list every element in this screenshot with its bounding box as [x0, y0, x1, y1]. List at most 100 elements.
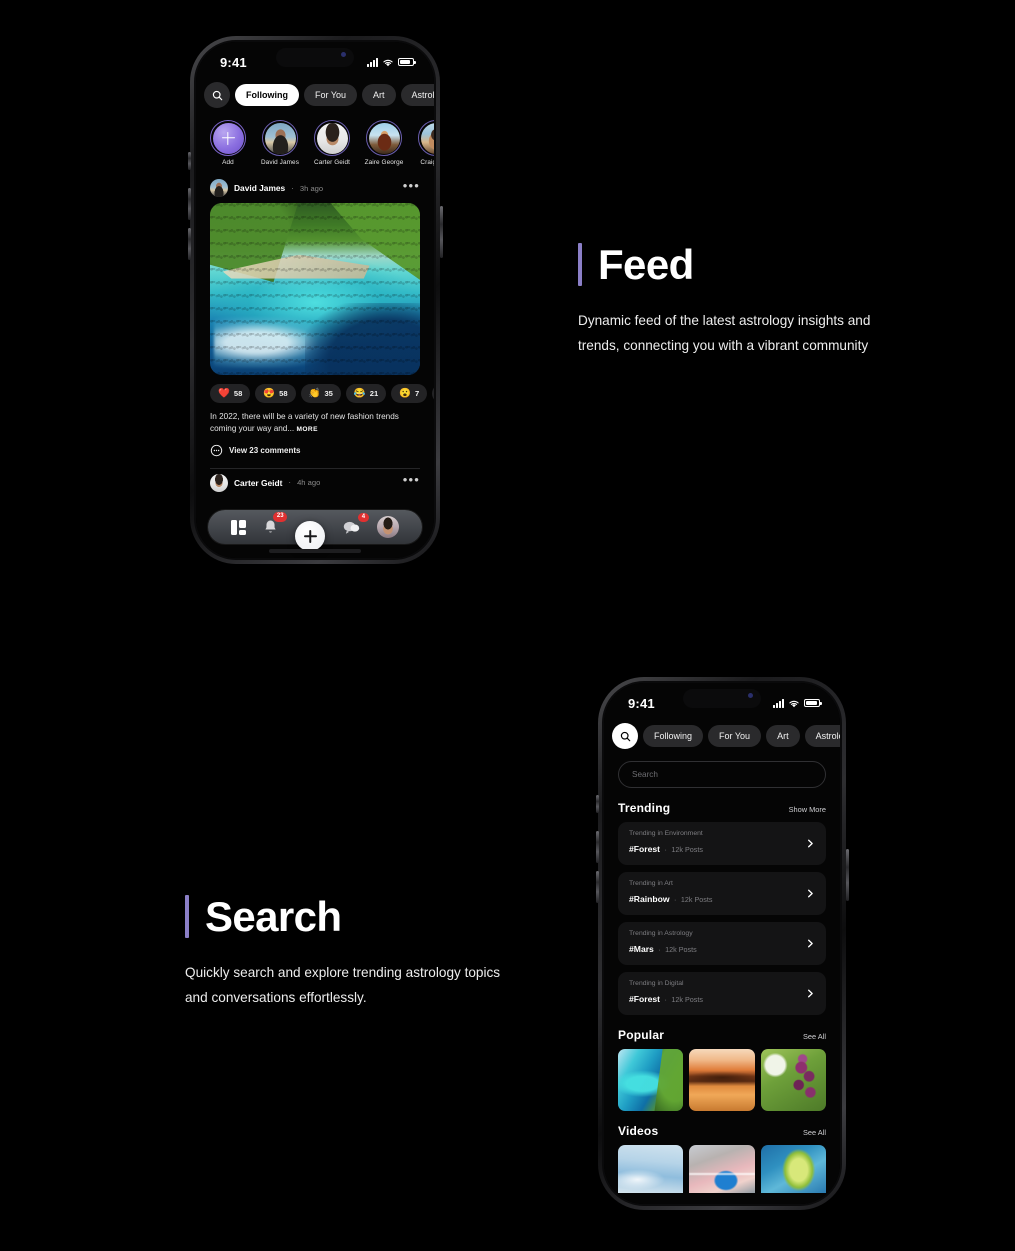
- search-field[interactable]: [618, 761, 826, 788]
- tab-astrology[interactable]: Astrology: [804, 725, 840, 747]
- more-options-icon[interactable]: •••: [403, 179, 420, 192]
- tab-art[interactable]: Art: [362, 84, 396, 106]
- trending-post-count: 12k Posts: [665, 945, 697, 954]
- story-david-james[interactable]: David James: [258, 120, 302, 166]
- notification-badge: 23: [273, 512, 288, 522]
- comments-label: View 23 comments: [229, 445, 301, 455]
- tab-for-you[interactable]: For You: [304, 84, 358, 106]
- add-reaction-button[interactable]: [432, 384, 434, 403]
- dynamic-island: [683, 689, 761, 708]
- trending-row[interactable]: Trending in Environment #Forest · 12k Po…: [618, 822, 826, 865]
- view-comments-button[interactable]: View 23 comments: [210, 435, 420, 457]
- story-craig-boto[interactable]: Craig Boto: [414, 120, 434, 166]
- tab-following[interactable]: Following: [235, 84, 299, 106]
- battery-icon: [398, 58, 416, 66]
- power-button[interactable]: [845, 849, 849, 901]
- reaction-wow[interactable]: 😮 7: [391, 384, 428, 403]
- videos-thumbs: [604, 1145, 840, 1193]
- post-header: David James · 3h ago •••: [210, 174, 420, 203]
- cellular-bars-icon: [367, 57, 378, 67]
- volume-down-button[interactable]: [187, 228, 191, 260]
- trending-list: Trending in Environment #Forest · 12k Po…: [604, 822, 840, 1015]
- show-more-link[interactable]: Show More: [789, 805, 826, 814]
- plus-icon[interactable]: [295, 521, 326, 551]
- popular-header: Popular See All: [604, 1015, 840, 1049]
- video-thumb-sky[interactable]: [618, 1145, 684, 1193]
- nav-messages-button[interactable]: 4: [343, 512, 369, 535]
- chevron-right-icon: [808, 839, 813, 848]
- reaction-heart[interactable]: ❤️ 58: [210, 384, 251, 403]
- post-image[interactable]: [210, 203, 420, 375]
- silent-switch[interactable]: [188, 152, 191, 170]
- battery-icon: [804, 699, 822, 707]
- volume-up-button[interactable]: [595, 831, 599, 863]
- post-card: David James · 3h ago ••• ❤️ 58 😍 58 👏 35…: [196, 170, 434, 498]
- power-button[interactable]: [439, 206, 443, 258]
- trending-separator: ·: [674, 895, 677, 904]
- dynamic-island: [276, 48, 354, 67]
- reaction-love[interactable]: 😍 58: [255, 384, 296, 403]
- trending-row[interactable]: Trending in Astrology #Mars · 12k Posts: [618, 922, 826, 965]
- volume-up-button[interactable]: [187, 188, 191, 220]
- volume-down-button[interactable]: [595, 871, 599, 903]
- heart-icon: ❤️: [218, 387, 230, 399]
- tab-search-button[interactable]: [204, 82, 230, 108]
- popular-thumb-flower[interactable]: [760, 1049, 826, 1111]
- wifi-icon: [789, 700, 799, 707]
- trending-row[interactable]: Trending in Art #Rainbow · 12k Posts: [618, 872, 826, 915]
- post-header: Carter Geidt · 4h ago •••: [210, 469, 420, 498]
- more-link[interactable]: MORE: [296, 426, 317, 433]
- avatar[interactable]: [210, 179, 228, 197]
- status-time: 9:41: [628, 695, 655, 711]
- tab-for-you[interactable]: For You: [708, 725, 762, 747]
- tab-search-button[interactable]: [612, 723, 638, 749]
- add-story-icon: [212, 122, 244, 154]
- story-label: David James: [260, 159, 300, 166]
- nav-dashboard-button[interactable]: [230, 520, 246, 535]
- reaction-clap[interactable]: 👏 35: [300, 384, 341, 403]
- nav-profile-button[interactable]: [377, 516, 400, 538]
- trending-category: Trending in Astrology: [629, 930, 693, 937]
- popular-thumb-beach[interactable]: [618, 1049, 684, 1111]
- feed-copy-block: Feed Dynamic feed of the latest astrolog…: [578, 243, 908, 358]
- popular-see-all-link[interactable]: See All: [803, 1032, 826, 1041]
- post-separator: ·: [288, 478, 292, 488]
- avatar[interactable]: [210, 473, 228, 492]
- more-options-icon[interactable]: •••: [403, 473, 420, 486]
- tab-astrology[interactable]: Astrology: [400, 84, 434, 106]
- popular-thumbs: [604, 1049, 840, 1111]
- messages-badge: 4: [357, 512, 369, 522]
- reaction-laugh[interactable]: 😂 21: [345, 384, 387, 403]
- post-author[interactable]: Carter Geidt: [234, 478, 282, 488]
- video-thumb-plant[interactable]: [760, 1145, 826, 1193]
- chevron-right-icon: [808, 889, 813, 898]
- laughing-icon: 😂: [353, 387, 366, 399]
- popular-thumb-desert[interactable]: [689, 1049, 755, 1111]
- search-icon: [620, 731, 630, 741]
- videos-see-all-link[interactable]: See All: [803, 1128, 826, 1137]
- chevron-right-icon: [808, 989, 813, 998]
- post-author[interactable]: David James: [234, 183, 285, 193]
- trending-post-count: 12k Posts: [671, 995, 703, 1004]
- trending-tag: #Rainbow: [629, 894, 670, 904]
- post-separator: ·: [291, 183, 294, 193]
- page-root: 9:41 Following For You Art Astrol Add Da…: [0, 0, 1015, 1251]
- story-carter-geidt[interactable]: Carter Geidt: [310, 120, 354, 166]
- story-label: Add: [222, 159, 234, 166]
- smiling-hearts-icon: 😍: [263, 387, 276, 399]
- tab-art[interactable]: Art: [766, 725, 800, 747]
- story-label: Carter Geidt: [313, 159, 350, 166]
- search-screen: 9:41 Following For You Art Astrol Search…: [604, 683, 840, 1204]
- story-add[interactable]: Add: [206, 120, 250, 166]
- video-thumb-bird[interactable]: [689, 1145, 755, 1193]
- stories-row[interactable]: Add David James Carter Geidt Zaire Georg…: [196, 114, 434, 170]
- section-description: Quickly search and explore trending astr…: [185, 965, 501, 1006]
- tab-following[interactable]: Following: [643, 725, 704, 747]
- search-input[interactable]: [632, 770, 812, 779]
- nav-notifications-button[interactable]: 23: [263, 512, 288, 535]
- chat-bubble-icon: [343, 521, 360, 534]
- accent-bar: [185, 895, 189, 938]
- story-zaire-george[interactable]: Zaire George: [362, 120, 406, 166]
- trending-row[interactable]: Trending in Digital #Forest · 12k Posts: [618, 972, 826, 1015]
- silent-switch[interactable]: [596, 795, 599, 813]
